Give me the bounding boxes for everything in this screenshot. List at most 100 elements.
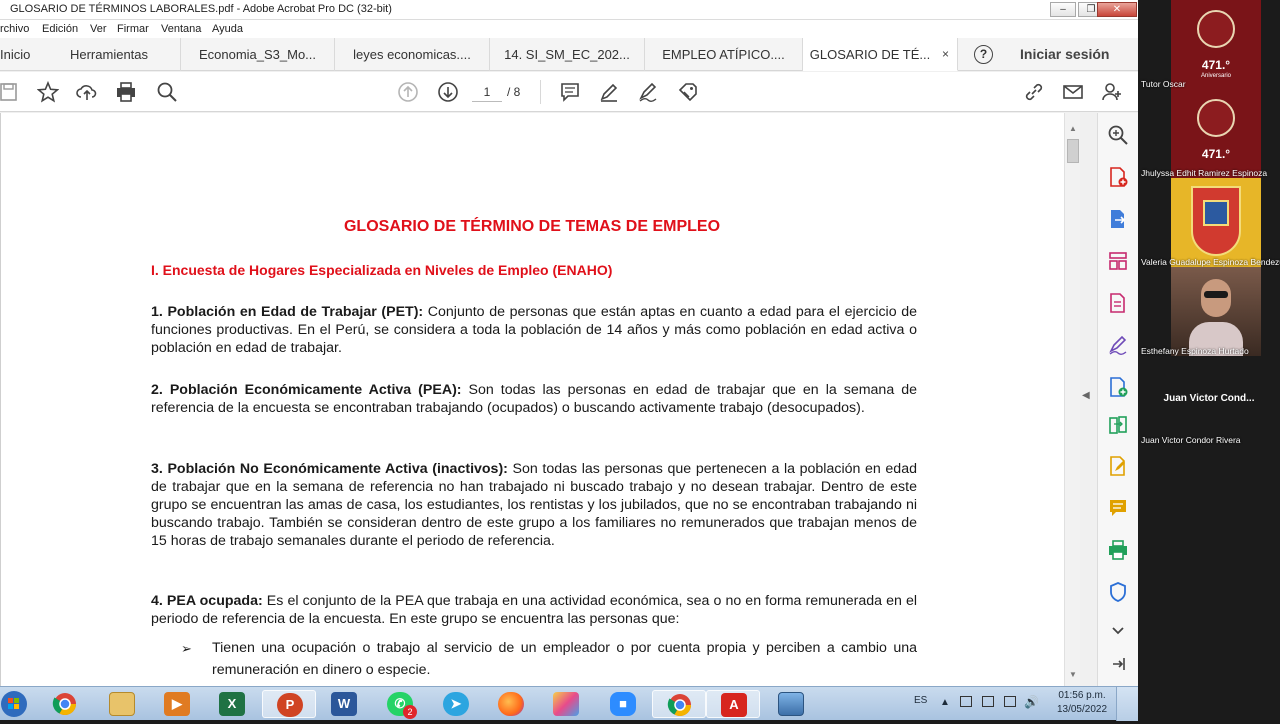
taskbar-excel[interactable]: X <box>205 690 259 718</box>
firefox-icon <box>498 692 524 716</box>
glossary-item: 1. Población en Edad de Trabajar (PET): … <box>151 303 917 357</box>
glossary-definition: Es el conjunto de la PEA que trabaja en … <box>151 593 918 627</box>
combine-files-icon[interactable] <box>1107 376 1129 398</box>
glossary-item: 3. Población No Económicamente Activa (i… <box>151 460 917 550</box>
tab-leyes-economicas[interactable]: leyes economicas.... <box>335 38 490 71</box>
taskbar-acrobat[interactable]: A <box>706 690 760 718</box>
tab-glosario[interactable]: GLOSARIO DE TÉ... × <box>803 38 958 71</box>
fill-sign-icon[interactable] <box>1107 334 1129 356</box>
next-page-icon[interactable] <box>437 81 459 103</box>
tab-herramientas[interactable]: Herramientas <box>44 38 174 71</box>
search-icon[interactable] <box>156 81 178 103</box>
paint-icon <box>553 692 579 716</box>
taskbar-word[interactable]: W <box>317 690 371 718</box>
action-center-icon[interactable] <box>960 696 972 707</box>
taskbar-screen[interactable] <box>764 690 818 718</box>
taskbar-whatsapp[interactable]: ✆ 2 <box>373 690 427 719</box>
more-tools-chevron-icon[interactable] <box>1107 619 1129 641</box>
sign-icon[interactable] <box>637 81 659 103</box>
taskbar-file-explorer[interactable] <box>95 690 149 718</box>
stamp-tag-icon[interactable] <box>677 81 699 103</box>
start-button[interactable] <box>0 689 28 719</box>
add-user-icon[interactable] <box>1101 81 1123 103</box>
network-icon[interactable] <box>982 696 994 707</box>
tab-si-sm-ec[interactable]: 14. SI_SM_EC_202... <box>490 38 645 71</box>
edit-pdf-icon[interactable] <box>1107 292 1129 314</box>
taskbar-media-player[interactable]: ▶ <box>150 690 204 718</box>
participant-tile[interactable]: 471.° Aniversario Tutor Oscar <box>1138 0 1280 89</box>
taskbar-chrome-2[interactable] <box>652 690 706 718</box>
taskbar-telegram[interactable]: ➤ <box>429 690 483 718</box>
menu-ver[interactable]: Ver <box>90 23 107 35</box>
collapse-right-pane-icon[interactable] <box>1107 653 1129 675</box>
compare-files-icon[interactable] <box>1107 414 1129 436</box>
scroll-down-arrow[interactable]: ▼ <box>1067 669 1079 681</box>
comment-tool-icon[interactable] <box>1107 497 1129 519</box>
help-icon[interactable]: ? <box>974 45 993 64</box>
highlight-pen-icon[interactable] <box>598 81 620 103</box>
vertical-scrollbar[interactable]: ▲ ▼ <box>1064 113 1080 686</box>
comment-icon[interactable] <box>559 81 581 103</box>
document-viewer[interactable]: GLOSARIO DE TÉRMINO DE TEMAS DE EMPLEO I… <box>0 113 1064 686</box>
face-shape <box>1201 279 1231 317</box>
powerpoint-icon: P <box>277 693 303 717</box>
share-link-icon[interactable] <box>1023 81 1045 103</box>
taskbar-firefox[interactable] <box>484 690 538 718</box>
document-title: GLOSARIO DE TÉRMINO DE TEMAS DE EMPLEO <box>343 218 721 235</box>
taskbar-paint[interactable] <box>539 690 593 718</box>
create-pdf-icon[interactable] <box>1107 166 1129 188</box>
tab-inicio[interactable]: Inicio <box>0 38 44 71</box>
volume-icon[interactable]: 🔊 <box>1024 695 1039 709</box>
scroll-thumb[interactable] <box>1067 139 1079 163</box>
participant-tile[interactable]: Esthefany Espinoza Hurtado <box>1138 267 1280 356</box>
print-production-icon[interactable] <box>1107 539 1129 561</box>
fill-form-icon[interactable] <box>1107 455 1129 477</box>
menu-archivo[interactable]: rchivo <box>0 23 29 35</box>
export-pdf-icon[interactable] <box>1107 208 1129 230</box>
participant-tile[interactable]: Valeria Guadalupe Espinoza Bendezu <box>1138 178 1280 267</box>
anniversary-number: 471.° <box>1201 58 1231 72</box>
signin-button[interactable]: Iniciar sesión <box>1020 38 1109 71</box>
zoom-camera-icon: ■ <box>610 692 636 716</box>
menu-edicion[interactable]: Edición <box>42 23 78 35</box>
play-icon: ▶ <box>164 692 190 716</box>
email-icon[interactable] <box>1062 81 1084 103</box>
collapse-pane-arrow[interactable]: ◀ <box>1082 390 1090 401</box>
toolbar-divider <box>540 80 541 104</box>
menu-ayuda[interactable]: Ayuda <box>212 23 243 35</box>
participant-photo <box>1171 267 1261 356</box>
taskbar-powerpoint[interactable]: P <box>262 690 316 718</box>
windows-taskbar: ▶ X P W ✆ 2 ➤ ■ A ES ▲ 🔊 01:56 p.m. 13/0… <box>0 686 1138 721</box>
seal-icon <box>1197 99 1235 137</box>
organize-pages-icon[interactable] <box>1107 250 1129 272</box>
close-tab-icon[interactable]: × <box>942 38 949 71</box>
power-icon[interactable] <box>1004 696 1016 707</box>
screen-icon <box>778 692 804 716</box>
system-clock[interactable]: 01:56 p.m. 13/05/2022 <box>1052 689 1112 717</box>
previous-page-icon[interactable] <box>397 81 419 103</box>
close-window-button[interactable]: ✕ <box>1097 2 1137 17</box>
minimize-button[interactable]: – <box>1050 2 1076 17</box>
bullet-text: Tienen una ocupación o trabajo al servic… <box>212 640 917 678</box>
bookmark-star-icon[interactable] <box>36 80 60 103</box>
tab-economia[interactable]: Economia_S3_Mo... <box>180 38 335 71</box>
tray-expand-icon[interactable]: ▲ <box>940 697 950 708</box>
tab-glosario-label: GLOSARIO DE TÉ... <box>809 47 931 62</box>
taskbar-chrome[interactable] <box>38 690 92 718</box>
tab-empleo-atipico[interactable]: EMPLEO ATÍPICO.... <box>645 38 803 71</box>
zoom-icon[interactable] <box>1107 124 1129 146</box>
menu-firmar[interactable]: Firmar <box>117 23 149 35</box>
save-icon[interactable] <box>0 81 20 103</box>
language-indicator[interactable]: ES <box>914 695 927 706</box>
title-bar: GLOSARIO DE TÉRMINOS LABORALES.pdf - Ado… <box>0 0 1138 20</box>
participant-tile[interactable]: 471.° Jhulyssa Edhit Ramirez Espinoza <box>1138 89 1280 178</box>
upload-cloud-icon[interactable] <box>76 81 98 103</box>
show-desktop-button[interactable] <box>1116 687 1138 721</box>
page-number-input[interactable]: 1 <box>472 82 502 102</box>
taskbar-zoom[interactable]: ■ <box>596 690 650 718</box>
scroll-up-arrow[interactable]: ▲ <box>1067 123 1079 135</box>
protect-shield-icon[interactable] <box>1107 581 1129 603</box>
participant-tile[interactable]: Juan Victor Condor Rivera <box>1138 356 1280 445</box>
print-icon[interactable] <box>115 81 137 103</box>
menu-ventana[interactable]: Ventana <box>161 23 201 35</box>
